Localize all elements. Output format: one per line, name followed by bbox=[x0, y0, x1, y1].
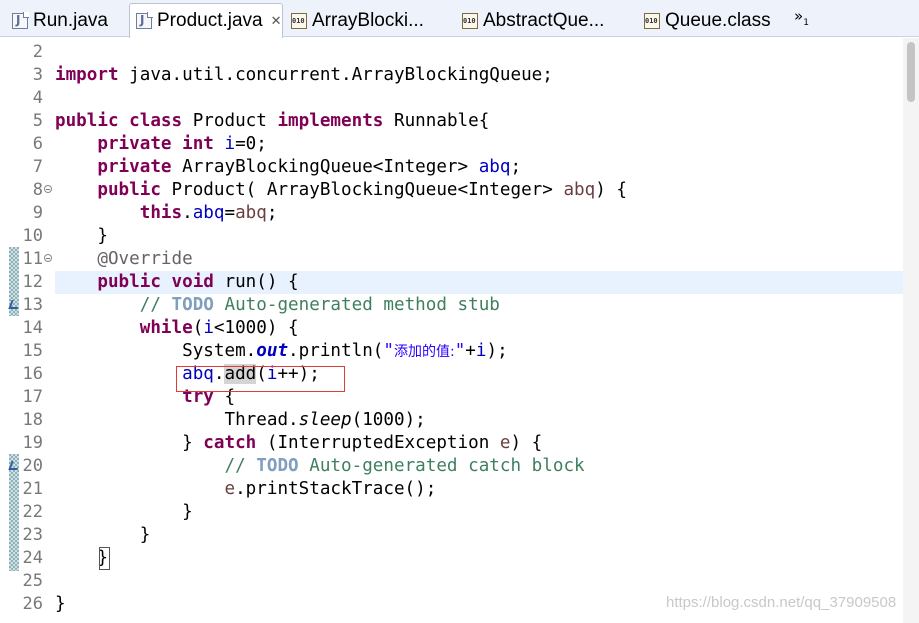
line-number: 12 bbox=[22, 272, 43, 292]
java-file-icon bbox=[12, 11, 29, 29]
tab-label: ArrayBlocki... bbox=[312, 9, 424, 31]
line-number: 25 bbox=[22, 571, 43, 591]
class-file-icon bbox=[462, 12, 478, 29]
code-line: System.out.println("添加的值:"+i); bbox=[182, 341, 508, 361]
code-line: } bbox=[55, 594, 66, 614]
vertical-scrollbar[interactable] bbox=[903, 38, 919, 623]
line-number: 17 bbox=[22, 387, 43, 407]
tab-product-java[interactable]: Product.java ✕ bbox=[129, 3, 283, 38]
line-number: 19 bbox=[22, 433, 43, 453]
code-line: private int i=0; bbox=[97, 134, 267, 154]
code-line: } bbox=[97, 548, 108, 568]
code-editor[interactable]: 2 3 4 5 6 7 8 9 10 11 12 13 14 15 16 17 … bbox=[0, 38, 919, 623]
code-line: public void run() { bbox=[97, 272, 299, 292]
line-number: 16 bbox=[22, 364, 43, 384]
code-line: e.printStackTrace(); bbox=[224, 479, 437, 499]
code-line: this.abq=abq; bbox=[139, 203, 278, 223]
line-number: 21 bbox=[22, 479, 43, 499]
tab-queue-class[interactable]: Queue.class bbox=[638, 4, 788, 37]
close-icon[interactable]: ✕ bbox=[271, 13, 282, 29]
code-line: try { bbox=[182, 387, 236, 407]
tab-arrayblockingqueue[interactable]: ArrayBlocki... bbox=[285, 4, 453, 37]
code-line: while(i<1000) { bbox=[139, 318, 299, 338]
tab-label: Queue.class bbox=[665, 9, 771, 31]
line-number: 26 bbox=[22, 594, 43, 614]
line-number: 7 bbox=[32, 157, 43, 177]
line-number: 18 bbox=[22, 410, 43, 430]
code-line: } catch (InterruptedException e) { bbox=[182, 433, 543, 453]
line-number: 24 bbox=[22, 548, 43, 568]
line-number: 8 bbox=[32, 180, 43, 200]
scrollbar-thumb[interactable] bbox=[907, 42, 915, 102]
class-file-icon bbox=[291, 12, 307, 29]
code-line: } bbox=[97, 226, 108, 246]
fold-collapse-icon[interactable] bbox=[44, 254, 52, 262]
line-number: 4 bbox=[32, 88, 43, 108]
code-line: // TODO Auto-generated catch block bbox=[224, 456, 585, 476]
line-number: 6 bbox=[32, 134, 43, 154]
tab-abstractqueue[interactable]: AbstractQue... bbox=[456, 4, 626, 37]
tab-label: AbstractQue... bbox=[483, 9, 605, 31]
line-number: 5 bbox=[32, 111, 43, 131]
line-number: 22 bbox=[22, 502, 43, 522]
tab-overflow-button[interactable]: »1 bbox=[794, 7, 809, 28]
code-line: import java.util.concurrent.ArrayBlockin… bbox=[55, 65, 553, 85]
line-number: 14 bbox=[22, 318, 43, 338]
code-line: Thread.sleep(1000); bbox=[224, 410, 426, 430]
line-number: 11 bbox=[22, 249, 43, 269]
tab-label: Product.java bbox=[157, 10, 263, 31]
tab-label: Run.java bbox=[33, 9, 108, 31]
code-line: abq.add(i++); bbox=[182, 364, 320, 384]
class-file-icon bbox=[644, 12, 660, 29]
overflow-count: 1 bbox=[803, 18, 809, 28]
line-number: 13 bbox=[22, 295, 43, 315]
line-number: 20 bbox=[22, 456, 43, 476]
java-file-icon bbox=[136, 12, 153, 29]
code-line: public Product( ArrayBlockingQueue<Integ… bbox=[97, 180, 628, 200]
code-line: // TODO Auto-generated method stub bbox=[139, 295, 500, 315]
editor-tab-bar: Run.java Product.java ✕ ArrayBlocki... A… bbox=[0, 0, 919, 38]
code-line: public class Product implements Runnable… bbox=[55, 111, 490, 131]
line-number: 15 bbox=[22, 341, 43, 361]
line-number: 10 bbox=[22, 226, 43, 246]
chevron-double-right-icon: » bbox=[794, 7, 804, 25]
fold-collapse-icon[interactable] bbox=[44, 185, 52, 193]
watermark: https://blog.csdn.net/qq_37909508 bbox=[666, 594, 897, 611]
tab-run-java[interactable]: Run.java bbox=[6, 4, 128, 37]
line-number: 9 bbox=[32, 203, 43, 223]
code-line: @Override bbox=[97, 249, 193, 269]
line-number: 3 bbox=[32, 65, 43, 85]
line-number: 2 bbox=[32, 42, 43, 62]
code-line: } bbox=[182, 502, 193, 522]
code-line: } bbox=[139, 525, 151, 545]
code-line: private ArrayBlockingQueue<Integer> abq; bbox=[97, 157, 522, 177]
line-number: 23 bbox=[22, 525, 43, 545]
